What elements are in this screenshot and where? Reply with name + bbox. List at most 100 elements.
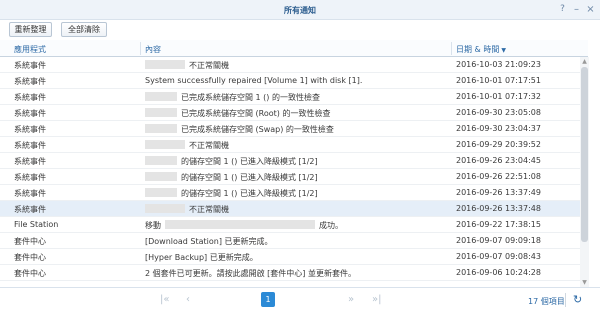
- row-content-text: 的儲存空間 1 () 已進入降級模式 [1/2]: [181, 157, 318, 166]
- row-time: 2016-10-01 07:17:51: [456, 76, 541, 85]
- row-content-text: 的儲存空間 1 () 已進入降級模式 [1/2]: [181, 173, 318, 182]
- table-row[interactable]: 系統事件 的儲存空間 1 () 已進入降級模式 [1/2] 2016-09-26 1…: [0, 185, 588, 201]
- clear-all-button[interactable]: 全部清除: [61, 22, 107, 37]
- table-row[interactable]: 系統事件 不正常關機 2016-09-29 20:39:52: [0, 137, 588, 153]
- row-app: 套件中心: [14, 269, 46, 278]
- column-header-app[interactable]: 應用程式: [14, 44, 46, 55]
- vertical-scrollbar[interactable]: ▲ ▼: [580, 57, 589, 287]
- row-time: 2016-09-07 09:09:18: [456, 236, 541, 245]
- row-app: File Station: [14, 220, 59, 229]
- row-time: 2016-09-26 23:04:45: [456, 156, 541, 165]
- row-app: 套件中心: [14, 253, 46, 262]
- row-content-text: 移動: [145, 221, 161, 230]
- redacted-block: [145, 140, 185, 149]
- redacted-block: [145, 92, 177, 101]
- table-row[interactable]: 系統事件 已完成系統儲存空間 (Swap) 的一致性檢查 2016-09-30 23…: [0, 121, 588, 137]
- column-divider[interactable]: [140, 42, 141, 55]
- item-count: 17 個項目: [528, 297, 565, 306]
- table-row[interactable]: 系統事件 不正常關機 2016-10-03 21:09:23: [0, 57, 588, 73]
- help-icon[interactable]: ?: [556, 3, 569, 16]
- row-content-text: 已完成系統儲存空間 1 () 的一致性檢查: [181, 93, 320, 102]
- row-content-text: 的儲存空間 1 () 已進入降級模式 [1/2]: [181, 189, 318, 198]
- redacted-block: [145, 60, 185, 69]
- table-row[interactable]: 系統事件 不正常關機 2016-09-26 13:37:48: [0, 201, 588, 217]
- grid-header: 應用程式 內容 日期 & 時間 ▼: [0, 40, 588, 57]
- redacted-block: [165, 220, 315, 229]
- row-time: 2016-09-30 23:05:08: [456, 108, 541, 117]
- row-content: [Download Station] 已更新完成。: [145, 236, 450, 247]
- pagination-bar: |« ‹ 1 » »| 17 個項目 ↻: [0, 287, 600, 312]
- row-app: 系統事件: [14, 109, 46, 118]
- row-app: 系統事件: [14, 189, 46, 198]
- row-app: 系統事件: [14, 173, 46, 182]
- last-page-icon[interactable]: »|: [372, 294, 382, 306]
- prev-page-icon[interactable]: ‹: [186, 294, 190, 306]
- row-content-text: 2 個套件已可更新。請按此處開啟 [套件中心] 並更新套件。: [145, 269, 356, 278]
- row-app: 系統事件: [14, 77, 46, 86]
- redacted-block: [145, 172, 177, 181]
- next-page-icon[interactable]: »: [348, 294, 354, 306]
- row-content: 不正常關機: [145, 60, 450, 71]
- row-content: 2 個套件已可更新。請按此處開啟 [套件中心] 並更新套件。: [145, 268, 450, 279]
- page-number-current[interactable]: 1: [261, 292, 275, 307]
- row-app: 系統事件: [14, 93, 46, 102]
- row-content-suffix: 成功。: [319, 221, 343, 230]
- redacted-block: [145, 108, 177, 117]
- table-row[interactable]: 系統事件 System successfully repaired [Volume…: [0, 73, 588, 89]
- scroll-down-icon[interactable]: ▼: [580, 278, 589, 287]
- row-content: 不正常關機: [145, 140, 450, 151]
- row-app: 系統事件: [14, 61, 46, 70]
- row-time: 2016-10-01 07:17:32: [456, 92, 541, 101]
- row-content: System successfully repaired [Volume 1] …: [145, 76, 450, 85]
- row-content-text: 不正常關機: [189, 141, 229, 150]
- column-header-content[interactable]: 內容: [145, 44, 161, 55]
- row-content: 已完成系統儲存空間 (Swap) 的一致性檢查: [145, 124, 450, 135]
- table-row[interactable]: 系統事件 已完成系統儲存空間 (Root) 的一致性檢查 2016-09-30 23…: [0, 105, 588, 121]
- row-time: 2016-09-22 17:38:15: [456, 220, 541, 229]
- minimize-icon[interactable]: –: [570, 3, 583, 16]
- row-content: 已完成系統儲存空間 (Root) 的一致性檢查: [145, 108, 450, 119]
- notification-list: 系統事件 不正常關機 2016-10-03 21:09:23 系統事件 System s…: [0, 57, 588, 287]
- window-titlebar: 所有通知 ? – ×: [0, 0, 600, 20]
- first-page-icon[interactable]: |«: [160, 294, 170, 306]
- row-content: [Hyper Backup] 已更新完成。: [145, 252, 450, 263]
- row-content: 不正常關機: [145, 204, 450, 215]
- close-icon[interactable]: ×: [584, 3, 597, 16]
- window-title: 所有通知: [284, 6, 316, 15]
- redacted-block: [145, 204, 185, 213]
- table-row[interactable]: 系統事件 的儲存空間 1 () 已進入降級模式 [1/2] 2016-09-26 2…: [0, 153, 588, 169]
- redacted-block: [145, 156, 177, 165]
- table-row[interactable]: 套件中心 2 個套件已可更新。請按此處開啟 [套件中心] 並更新套件。 2016-0…: [0, 265, 588, 281]
- column-header-time[interactable]: 日期 & 時間 ▼: [456, 44, 506, 55]
- table-row[interactable]: 套件中心 [Download Station] 已更新完成。 2016-09-07 …: [0, 233, 588, 249]
- row-time: 2016-09-06 10:24:28: [456, 268, 541, 277]
- row-app: 系統事件: [14, 125, 46, 134]
- column-divider[interactable]: [451, 42, 452, 55]
- table-row[interactable]: 系統事件 的儲存空間 1 () 已進入降級模式 [1/2] 2016-09-26 2…: [0, 169, 588, 185]
- row-content: 移動 成功。: [145, 220, 450, 231]
- table-row[interactable]: 套件中心 [Hyper Backup] 已更新完成。 2016-09-07 09:0…: [0, 249, 588, 265]
- scroll-thumb[interactable]: [581, 67, 588, 242]
- row-content-text: System successfully repaired [Volume 1] …: [145, 76, 363, 85]
- row-time: 2016-09-26 22:51:08: [456, 172, 541, 181]
- row-app: 系統事件: [14, 157, 46, 166]
- reorganize-button[interactable]: 重新整理: [9, 22, 52, 37]
- row-time: 2016-09-26 13:37:48: [456, 204, 541, 213]
- table-row[interactable]: File Station 移動 成功。 2016-09-22 17:38:15: [0, 217, 588, 233]
- redacted-block: [145, 188, 177, 197]
- row-time: 2016-09-26 13:37:49: [456, 188, 541, 197]
- row-content-text: [Download Station] 已更新完成。: [145, 237, 273, 246]
- row-app: 系統事件: [14, 141, 46, 150]
- scroll-up-icon[interactable]: ▲: [580, 57, 589, 66]
- row-time: 2016-09-29 20:39:52: [456, 140, 541, 149]
- redacted-block: [145, 124, 177, 133]
- sort-desc-icon: ▼: [501, 47, 506, 54]
- row-content: 的儲存空間 1 () 已進入降級模式 [1/2]: [145, 188, 450, 199]
- table-row[interactable]: 系統事件 已完成系統儲存空間 1 () 的一致性檢查 2016-10-01 07:1…: [0, 89, 588, 105]
- refresh-icon[interactable]: ↻: [573, 293, 582, 307]
- row-content-text: 不正常關機: [189, 205, 229, 214]
- row-content-text: 不正常關機: [189, 61, 229, 70]
- row-time: 2016-09-30 23:04:37: [456, 124, 541, 133]
- row-content-text: 已完成系統儲存空間 (Swap) 的一致性檢查: [181, 125, 334, 134]
- pager-divider: [565, 293, 566, 307]
